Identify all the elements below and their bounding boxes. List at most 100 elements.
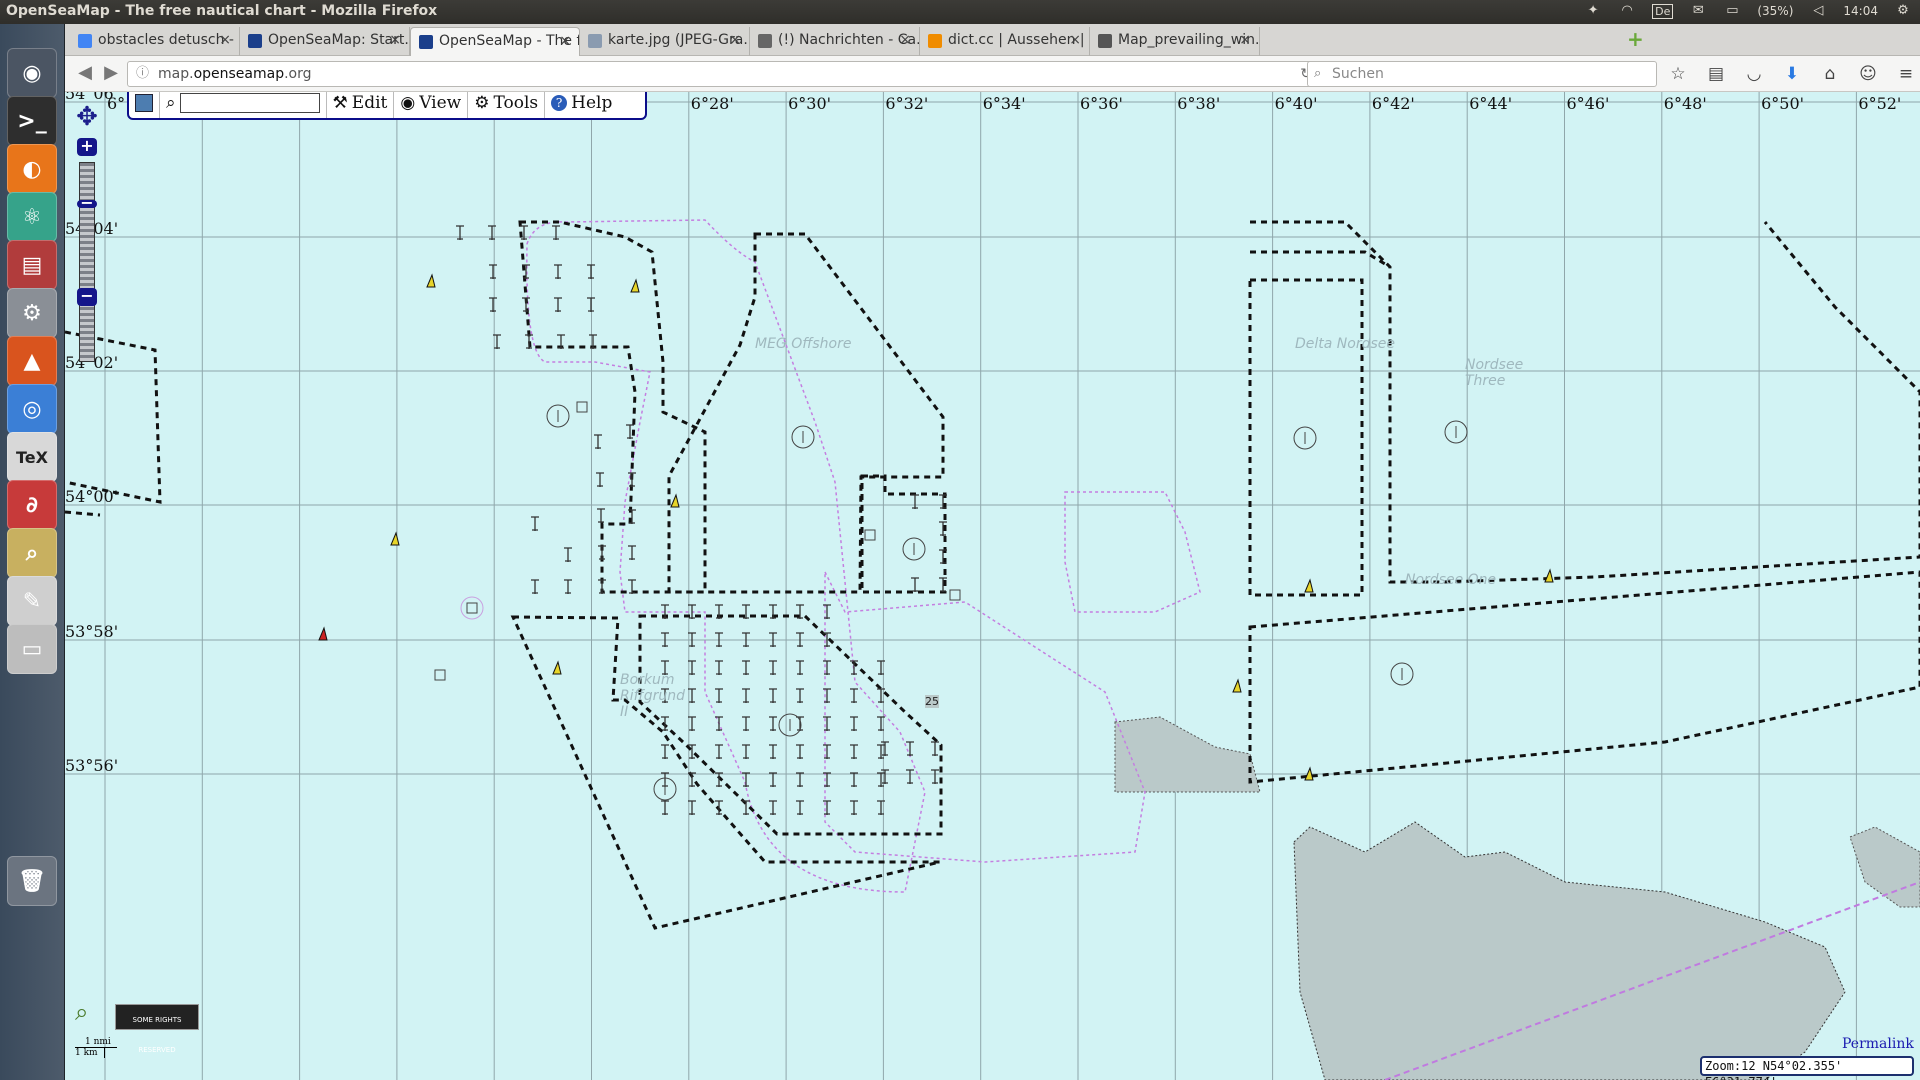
texmaker-icon[interactable]: TeX xyxy=(7,432,57,482)
buoy-icon xyxy=(318,626,328,641)
reading-list-icon[interactable]: ▤ xyxy=(1705,63,1727,85)
url-bar[interactable]: ⓘ map.openseamap.org ↻ xyxy=(127,61,1323,87)
wind-turbine-icon xyxy=(742,688,750,703)
wind-turbine-icon xyxy=(911,494,919,509)
navigation-bar: ◀ ▶ ⓘ map.openseamap.org ↻ ⌕ Suchen ☆ ▤ … xyxy=(65,56,1920,92)
offshore-area-label: Delta Nordsee xyxy=(1295,336,1396,352)
wind-turbine-icon xyxy=(715,688,723,703)
permalink-link[interactable]: Permalink xyxy=(1842,1036,1914,1052)
drive-icon[interactable]: ▭ xyxy=(7,624,57,674)
edit-button[interactable]: ⚒ Edit xyxy=(327,92,395,118)
battery-icon[interactable]: ▭ xyxy=(1723,3,1741,19)
wind-turbine-icon xyxy=(715,660,723,675)
map-canvas[interactable] xyxy=(65,92,1920,1080)
map-search-input[interactable] xyxy=(179,93,320,113)
tab-close-icon[interactable]: × xyxy=(899,27,911,54)
tab-close-icon[interactable]: × xyxy=(389,27,401,54)
back-arrow-icon[interactable]: ◀ xyxy=(73,62,97,86)
zoom-slider-handle[interactable]: − xyxy=(77,195,97,211)
wind-turbine-icon xyxy=(628,472,636,487)
wind-turbine-icon xyxy=(850,716,858,731)
home-icon[interactable]: ⌂ xyxy=(1819,63,1841,85)
downloads-icon[interactable]: ⬇ xyxy=(1781,63,1803,85)
search-field[interactable]: ⌕ Suchen xyxy=(1307,61,1657,87)
buoy-icon xyxy=(1304,578,1314,593)
tab-bar: obstacles detusch - ... × OpenSeaMap: Star… xyxy=(65,24,1920,56)
tab-close-icon[interactable]: × xyxy=(1069,27,1081,54)
tab-favicon-icon xyxy=(1098,34,1112,48)
new-tab-icon[interactable]: + xyxy=(1627,29,1647,50)
bookmark-star-icon[interactable]: ☆ xyxy=(1667,63,1689,85)
image-viewer-icon[interactable]: ⌕ xyxy=(7,528,57,578)
wind-turbine-icon xyxy=(554,297,562,312)
magnifier-logo-icon[interactable]: ⌕ xyxy=(75,998,107,1028)
keyboard-layout[interactable]: De xyxy=(1652,3,1674,19)
zoom-out-button[interactable]: − xyxy=(77,288,97,306)
files-icon[interactable]: ▤ xyxy=(7,240,57,290)
wind-turbine-icon xyxy=(823,688,831,703)
firefox-icon[interactable]: ◐ xyxy=(7,144,57,194)
tab-close-icon[interactable]: × xyxy=(219,27,231,54)
wrench-icon: ⚙ xyxy=(474,93,490,113)
settings-icon[interactable]: ⚙ xyxy=(7,288,57,338)
browser-tab[interactable]: (!) Nachrichten - Ca... × xyxy=(750,27,920,56)
search-icon: ⌕ xyxy=(1314,66,1322,81)
nautical-map[interactable]: 6°16'6°18'6°20'6°22'6°24'6°26'6°28'6°30'… xyxy=(65,92,1920,1080)
platform-markers xyxy=(434,401,1468,801)
zoom-in-button[interactable]: + xyxy=(77,138,97,156)
dropbox-icon[interactable]: ✦ xyxy=(1584,3,1602,19)
volume-icon[interactable]: ◁ xyxy=(1809,3,1827,19)
atom-icon[interactable]: ⚛ xyxy=(7,192,57,242)
pocket-icon[interactable]: ◡ xyxy=(1743,63,1765,85)
chat-icon[interactable]: ☺ xyxy=(1857,63,1879,85)
matlab-icon[interactable]: ▲ xyxy=(7,336,57,386)
shoal-area-small xyxy=(1114,716,1261,793)
tab-close-icon[interactable]: × xyxy=(729,27,741,54)
wind-turbine-icon xyxy=(796,772,804,787)
forward-arrow-icon[interactable]: ▶ xyxy=(99,62,123,86)
zoom-slider[interactable] xyxy=(79,162,95,362)
browser-tab[interactable]: dict.cc | Aussehen | ... × xyxy=(920,27,1090,56)
wind-turbine-icon xyxy=(823,660,831,675)
system-gear-icon[interactable]: ⚙ xyxy=(1894,3,1912,19)
help-label: Help xyxy=(571,93,613,113)
longitude-label: 6°32' xyxy=(885,94,929,113)
wind-turbine-icon xyxy=(594,434,602,449)
view-button[interactable]: ◉ View xyxy=(394,92,469,118)
tab-close-icon[interactable]: × xyxy=(559,28,571,55)
tools-button[interactable]: ⚙ Tools xyxy=(468,92,546,118)
mail-icon[interactable]: ✉ xyxy=(1689,3,1707,19)
wind-turbine-icon xyxy=(881,769,889,784)
wind-turbine-icon xyxy=(850,688,858,703)
wind-turbine-icon xyxy=(796,800,804,815)
ubuntu-dash-icon[interactable]: ◉ xyxy=(7,48,57,98)
browser-tab[interactable]: obstacles detusch - ... × xyxy=(70,27,240,56)
clock[interactable]: 14:04 xyxy=(1843,4,1878,18)
help-button[interactable]: ? Help xyxy=(545,92,618,118)
shoal-area xyxy=(1293,821,1846,1080)
buoy-icon xyxy=(1232,678,1242,693)
window-title: OpenSeaMap - The free nautical chart - M… xyxy=(6,3,438,19)
browser-tab[interactable]: OpenSeaMap: Start... × xyxy=(240,27,410,56)
site-info-icon[interactable]: ⓘ xyxy=(136,62,149,86)
trash-icon[interactable]: 🗑 xyxy=(7,856,57,906)
wind-turbine-icon xyxy=(769,800,777,815)
browser-tab[interactable]: OpenSeaMap - The f... × xyxy=(410,27,580,56)
wind-turbine-icon xyxy=(769,744,777,759)
wind-turbine-icon xyxy=(742,744,750,759)
tab-close-icon[interactable]: × xyxy=(1239,27,1251,54)
layers-button[interactable] xyxy=(129,92,160,118)
text-editor-icon[interactable]: ✎ xyxy=(7,576,57,626)
terminal-icon[interactable]: >_ xyxy=(7,96,57,146)
wind-turbine-icon xyxy=(931,769,939,784)
browser-tab[interactable]: Map_prevailing_win... × xyxy=(1090,27,1260,56)
browser-tab[interactable]: karte.jpg (JPEG-Gra... × xyxy=(580,27,750,56)
menu-hamburger-icon[interactable]: ≡ xyxy=(1895,63,1917,85)
wifi-icon[interactable]: ◠ xyxy=(1618,3,1636,19)
evince-icon[interactable]: ∂ xyxy=(7,480,57,530)
chrome-icon[interactable]: ◎ xyxy=(7,384,57,434)
longitude-label: 6°28' xyxy=(690,94,734,113)
creative-commons-badge[interactable]: SOME RIGHTS RESERVED xyxy=(115,1004,199,1054)
edit-tools-icon: ⚒ xyxy=(332,93,348,113)
battery-percent[interactable]: (35%) xyxy=(1757,4,1793,18)
